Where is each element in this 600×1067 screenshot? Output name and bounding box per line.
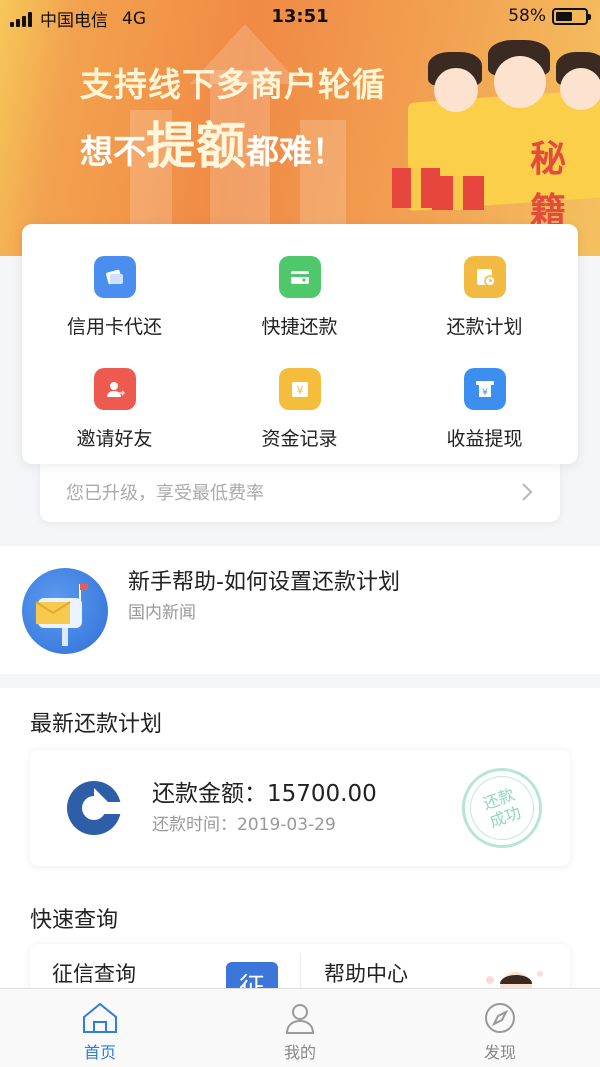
user-icon	[285, 1004, 315, 1034]
kid-illustration	[560, 68, 600, 110]
action-label: 快捷还款	[261, 316, 338, 338]
kid-illustration	[434, 68, 478, 112]
plan-time: 还款时间：2019-03-29	[152, 815, 336, 835]
tab-discover[interactable]: 发现	[450, 1001, 550, 1063]
news-source: 国内新闻	[128, 603, 196, 623]
money-record-icon: ¥	[278, 368, 321, 410]
battery-percent: 58%	[508, 6, 546, 26]
credit-check-link[interactable]: 征信查询	[52, 958, 136, 988]
tab-bar: 首页 我的 发现	[0, 988, 600, 1067]
svg-text:¥: ¥	[296, 384, 303, 397]
news-title: 新手帮助-如何设置还款计划	[128, 570, 400, 595]
action-invite-friends[interactable]: 邀请好友	[22, 368, 207, 451]
action-withdraw[interactable]: ¥ 收益提现	[392, 368, 577, 451]
success-stamp: 还款 成功	[450, 756, 554, 860]
plan-amount: 还款金额：15700.00	[152, 781, 377, 807]
upgrade-notice[interactable]: 您已升级，享受最低费率	[40, 462, 560, 522]
action-label: 信用卡代还	[66, 316, 162, 338]
promo-banner[interactable]: 支持线下多商户轮循 想不提额都难！ 秘籍	[0, 0, 600, 256]
section-title: 快速查询	[30, 908, 119, 933]
section-title: 最新还款计划	[30, 712, 163, 737]
action-label: 邀请好友	[76, 428, 153, 450]
plan-clock-icon	[463, 256, 506, 298]
mailbox-icon	[22, 568, 108, 654]
news-item[interactable]: 新手帮助-如何设置还款计划 国内新闻	[0, 546, 600, 674]
action-money-record[interactable]: ¥ 资金记录	[207, 368, 392, 451]
action-label: 还款计划	[446, 316, 523, 338]
status-bar: 中国电信 4G 13:51 58%	[0, 0, 600, 34]
banner-subheadline: 想不提额都难！	[80, 117, 345, 175]
wallet-icon	[278, 256, 321, 298]
kid-illustration	[494, 56, 546, 108]
tab-label: 首页	[83, 1043, 116, 1062]
chevron-right-icon	[522, 483, 533, 501]
action-credit-card-repay[interactable]: 信用卡代还	[22, 256, 207, 339]
ccb-bank-logo	[67, 781, 122, 835]
svg-text:¥: ¥	[482, 388, 488, 398]
action-label: 收益提现	[446, 428, 523, 450]
banner-headline: 支持线下多商户轮循	[80, 65, 386, 104]
tab-mine[interactable]: 我的	[250, 1001, 350, 1063]
upgrade-text: 您已升级，享受最低费率	[66, 483, 264, 504]
battery-icon	[552, 7, 591, 25]
home-icon	[83, 1002, 117, 1033]
help-center-link[interactable]: 帮助中心	[324, 958, 408, 988]
action-label: 资金记录	[261, 428, 338, 450]
tab-home[interactable]: 首页	[50, 1001, 150, 1063]
book-title: 秘籍	[530, 139, 567, 232]
tab-label: 我的	[283, 1043, 316, 1062]
plan-card[interactable]: 还款金额：15700.00 还款时间：2019-03-29 还款 成功	[30, 750, 570, 866]
gift-box-illustration	[432, 176, 484, 210]
quick-actions-card: 信用卡代还 快捷还款 还款计划 邀请好友 ¥ 资金记录 ¥ 收益提现	[22, 224, 578, 464]
tab-label: 发现	[483, 1043, 516, 1062]
withdraw-icon: ¥	[463, 368, 506, 410]
invite-user-icon	[93, 368, 136, 410]
action-repay-plan[interactable]: 还款计划	[392, 256, 577, 339]
compass-icon	[485, 1003, 515, 1033]
action-quick-repay[interactable]: 快捷还款	[207, 256, 392, 339]
credit-card-repay-icon	[93, 256, 136, 298]
